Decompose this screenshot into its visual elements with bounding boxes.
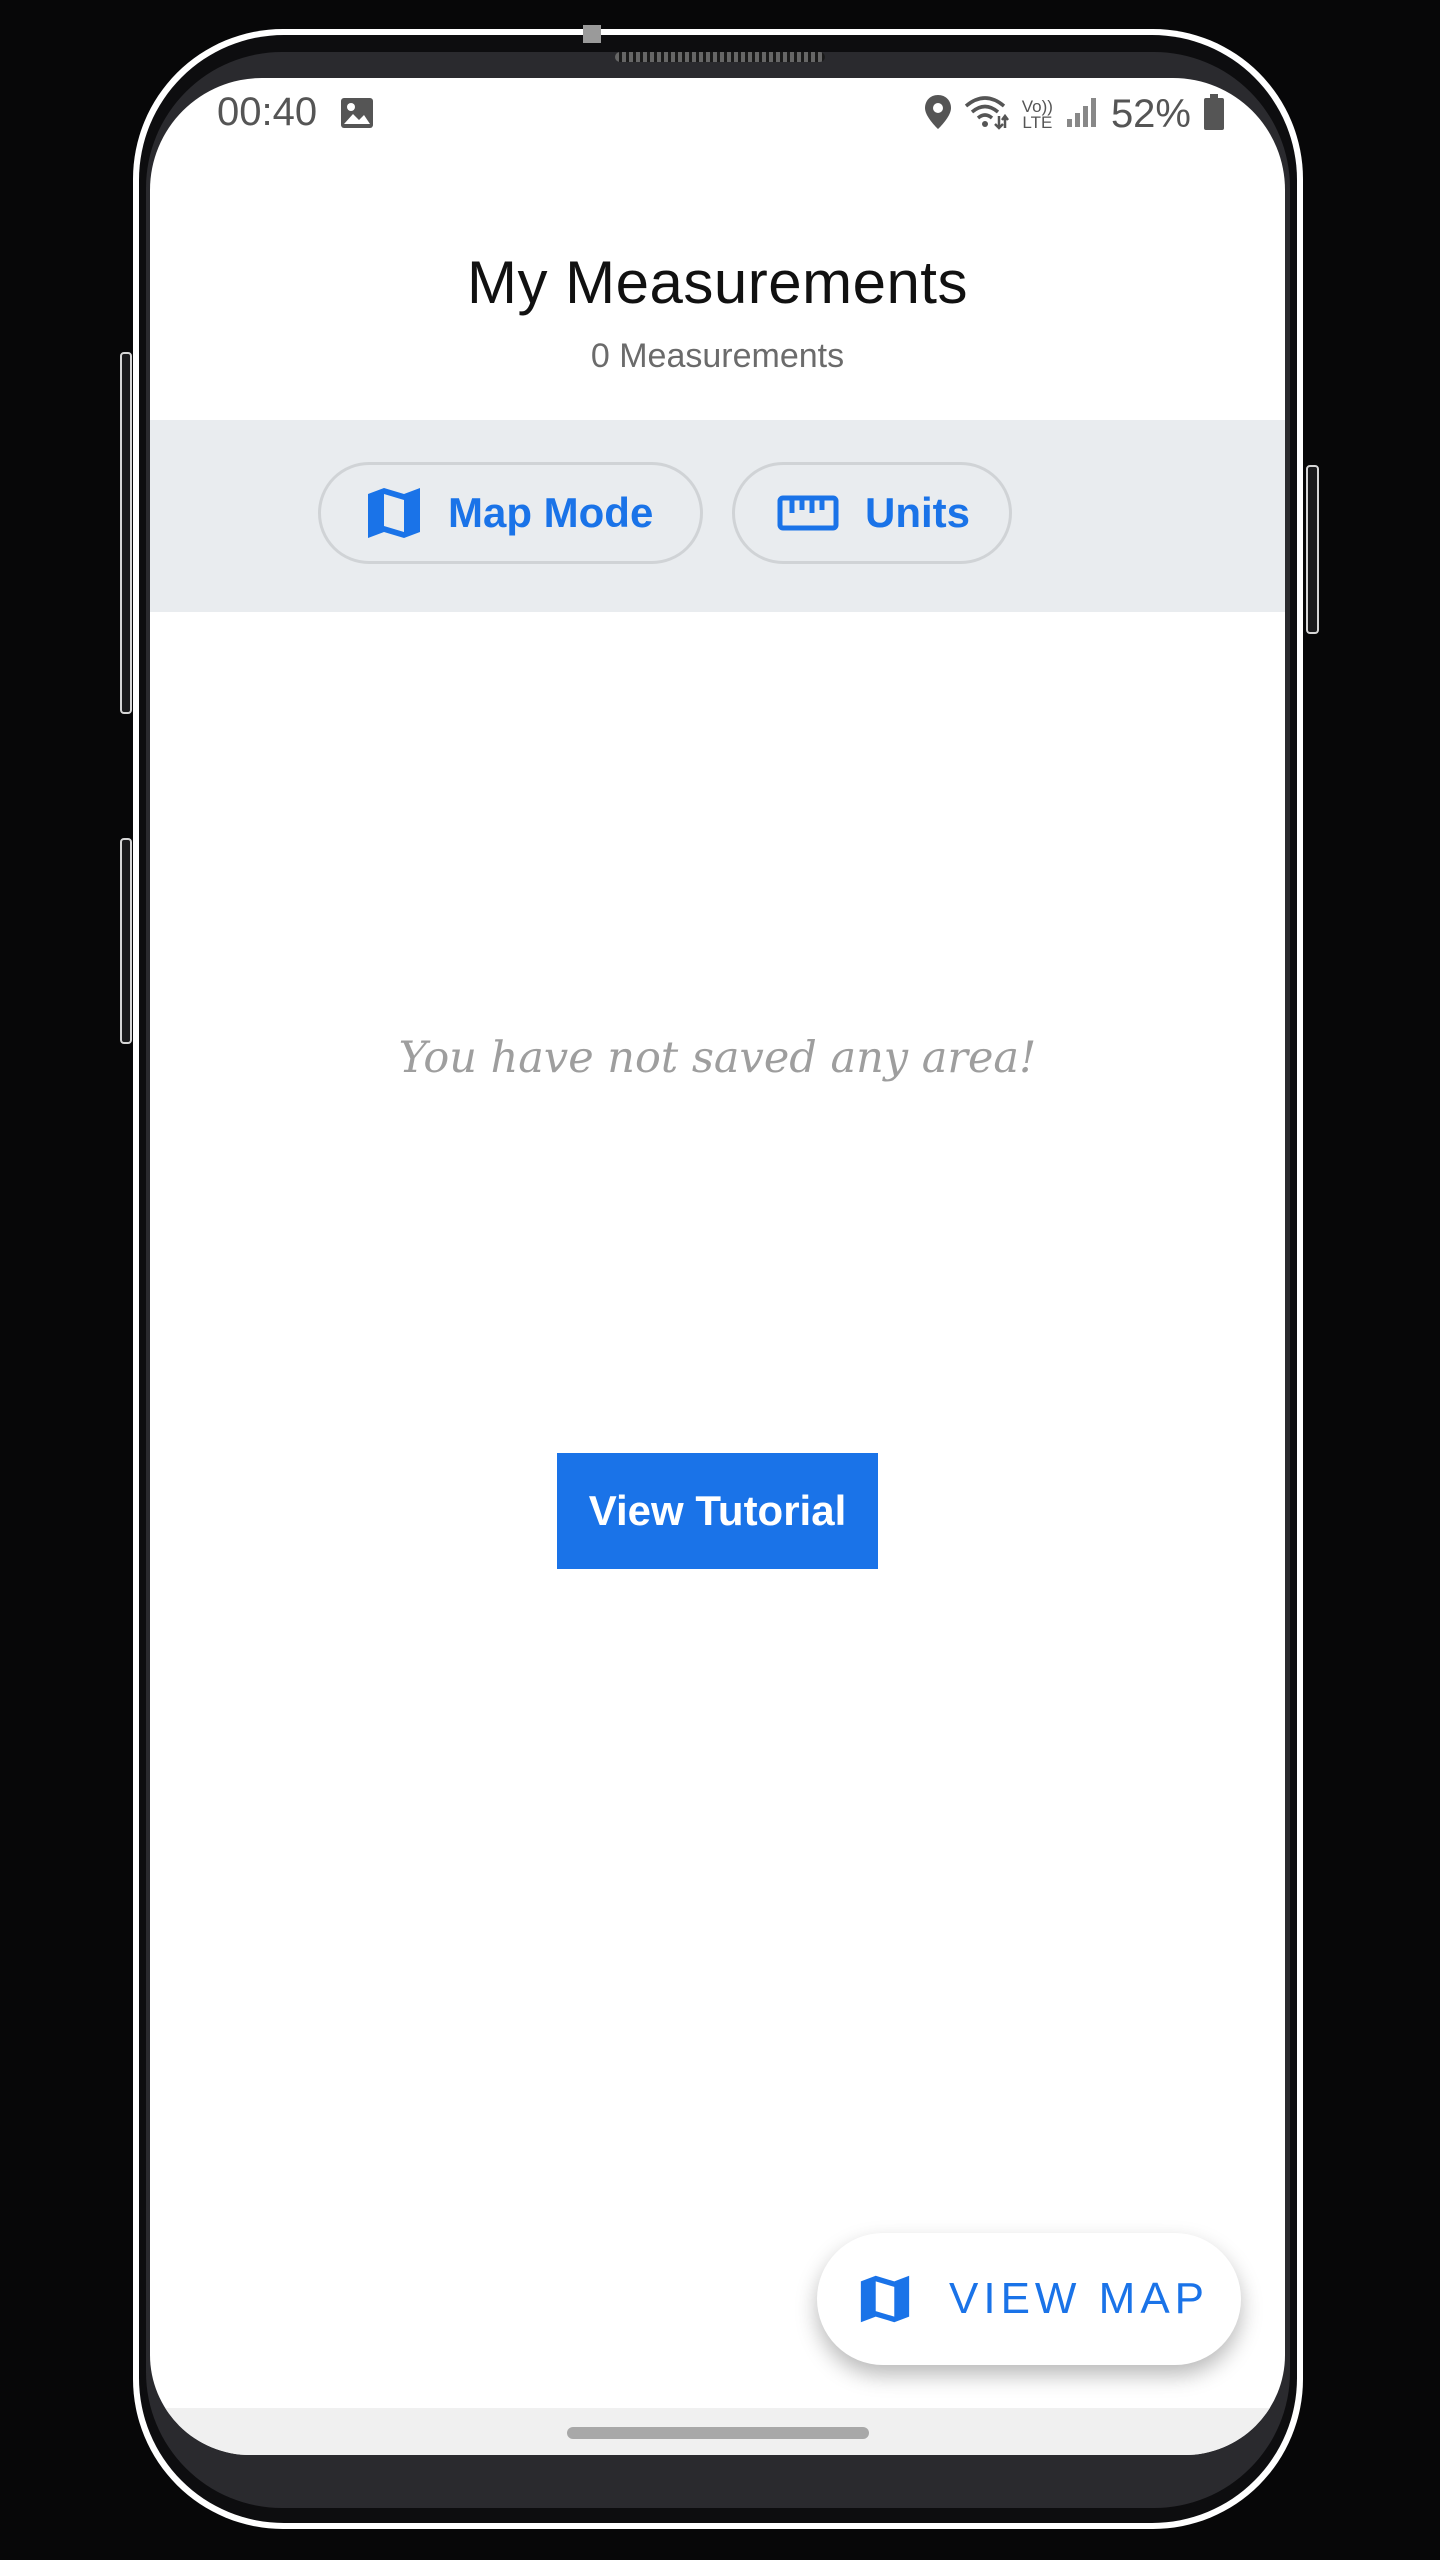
measurement-count: 0 Measurements: [590, 337, 845, 375]
signal-icon: [1065, 95, 1099, 134]
ruler-icon: [777, 493, 839, 533]
top-sensor: [583, 25, 601, 43]
app-screen: 00:40 Vo)) LTE 52% My Measurements 0 Mea…: [150, 78, 1285, 2455]
battery-icon: [1203, 93, 1225, 136]
status-icons: Vo)) LTE 52%: [924, 92, 1225, 137]
wifi-icon: [964, 94, 1010, 135]
volte-icon: Vo)) LTE: [1022, 98, 1053, 132]
view-tutorial-button[interactable]: View Tutorial: [557, 1453, 878, 1569]
map-icon: [366, 486, 422, 540]
side-button-right: [1306, 465, 1319, 634]
page-header: My Measurements 0 Measurements: [150, 248, 1285, 376]
map-mode-label: Map Mode: [448, 489, 654, 536]
empty-state-message: You have not saved any area!: [398, 1033, 1037, 1083]
side-button-left-upper: [120, 352, 132, 714]
device-mockup: 00:40 Vo)) LTE 52% My Measurements 0 Mea…: [0, 0, 1440, 2560]
status-bar: 00:40 Vo)) LTE 52%: [150, 78, 1285, 148]
toolbar: Map Mode Units: [150, 420, 1285, 612]
units-button[interactable]: Units: [732, 462, 1012, 564]
image-icon: [340, 97, 374, 134]
units-label: Units: [865, 489, 970, 536]
home-indicator[interactable]: [567, 2427, 869, 2439]
location-icon: [924, 94, 952, 135]
view-map-label: VIEW MAP: [949, 2274, 1210, 2323]
status-time: 00:40: [217, 90, 318, 134]
page-title: My Measurements: [467, 249, 968, 316]
map-mode-button[interactable]: Map Mode: [318, 462, 703, 564]
view-map-button[interactable]: VIEW MAP: [817, 2233, 1241, 2365]
side-button-left-lower: [120, 838, 132, 1044]
battery-percent: 52%: [1110, 92, 1191, 136]
earpiece-speaker: [615, 52, 825, 62]
map-icon: [859, 2273, 911, 2325]
volte-bottom-label: LTE: [1022, 112, 1053, 132]
